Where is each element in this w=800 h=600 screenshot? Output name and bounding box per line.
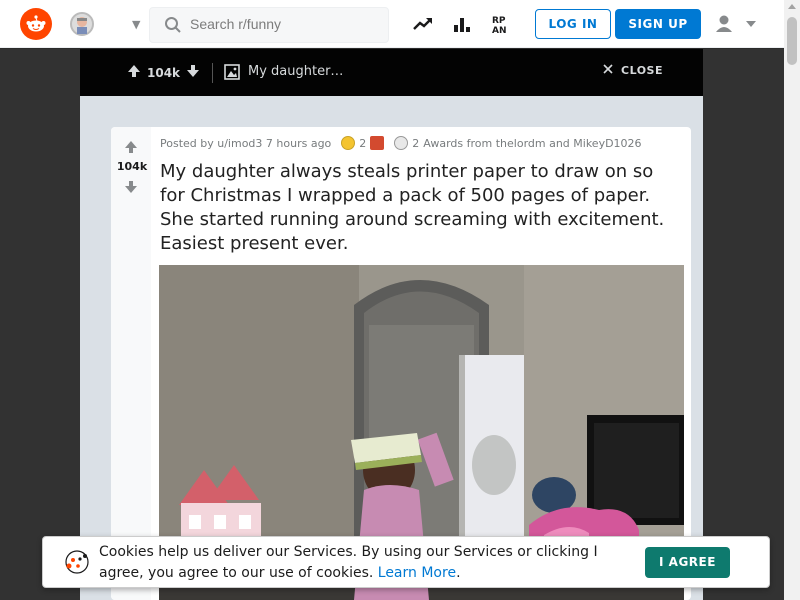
downvote-icon[interactable] — [124, 179, 138, 198]
page-scrollbar[interactable] — [784, 0, 800, 600]
top-header: ▼ RP AN LOG IN SIGN UP — [0, 0, 784, 48]
cookie-snoo-icon — [63, 548, 91, 576]
subreddit-icon[interactable] — [70, 12, 94, 36]
vote-column: 104k — [111, 127, 151, 600]
upvote-icon[interactable] — [127, 63, 141, 82]
stats-icon[interactable] — [451, 12, 473, 36]
svg-text:AN: AN — [492, 26, 507, 34]
close-button[interactable]: CLOSE — [603, 64, 663, 77]
caret-down-icon — [746, 21, 756, 27]
trending-icon[interactable] — [412, 12, 434, 36]
image-post-icon — [224, 64, 240, 84]
cookie-end-punct: . — [456, 565, 461, 581]
award-count: 2 — [359, 136, 367, 150]
post-bar-title: My daughter… — [248, 64, 344, 79]
close-icon — [603, 64, 613, 77]
close-label: CLOSE — [621, 64, 663, 77]
post-bar-score: 104k — [147, 65, 181, 80]
gift-award-icon — [370, 136, 385, 150]
awards-text[interactable]: Awards from thelordm and MikeyD1026 — [423, 137, 641, 150]
search-bar[interactable] — [149, 7, 389, 43]
i-agree-button[interactable]: I AGREE — [645, 547, 730, 578]
reddit-logo[interactable] — [20, 8, 52, 40]
search-icon — [164, 16, 182, 38]
sign-up-button[interactable]: SIGN UP — [615, 9, 701, 39]
search-input[interactable] — [190, 16, 380, 32]
silver-award-icon — [394, 136, 409, 150]
award-count: 2 — [412, 136, 420, 150]
upvote-icon[interactable] — [124, 139, 138, 158]
rpan-icon[interactable]: RP AN — [490, 12, 512, 36]
cookie-text-block: Cookies help us deliver our Services. By… — [99, 542, 619, 584]
learn-more-link[interactable]: Learn More — [378, 565, 456, 581]
cookie-banner: Cookies help us deliver our Services. By… — [42, 536, 770, 588]
posted-by[interactable]: Posted by u/imod3 7 hours ago — [160, 137, 331, 150]
divider — [212, 63, 213, 83]
scrollbar-thumb[interactable] — [787, 17, 797, 65]
log-in-button[interactable]: LOG IN — [535, 9, 611, 39]
chevron-down-icon[interactable]: ▼ — [132, 18, 140, 31]
post-modal-header: 104k My daughter… CLOSE — [80, 49, 703, 96]
gold-award-icon — [341, 136, 356, 150]
user-menu[interactable] — [714, 14, 762, 34]
downvote-icon[interactable] — [186, 63, 200, 82]
user-icon — [716, 15, 732, 32]
post-meta: Posted by u/imod3 7 hours ago 2 2 Awards… — [160, 136, 642, 150]
post-card[interactable]: 104k Posted by u/imod3 7 hours ago 2 2 A… — [111, 127, 691, 600]
post-title: My daughter always steals printer paper … — [160, 161, 665, 254]
scroll-up-icon[interactable] — [788, 4, 796, 9]
post-score: 104k — [116, 160, 148, 173]
cookie-text: Cookies help us deliver our Services. By… — [99, 544, 598, 581]
svg-text:RP: RP — [492, 16, 506, 26]
post-bar-vote: 104k — [127, 63, 200, 82]
